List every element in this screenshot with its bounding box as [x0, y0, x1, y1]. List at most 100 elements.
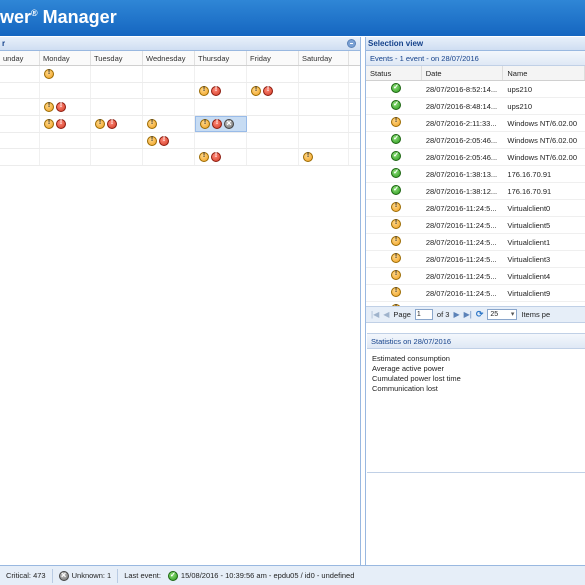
column-status[interactable]: Status — [366, 66, 422, 80]
column-name[interactable]: Name — [503, 66, 585, 80]
critical-icon[interactable] — [107, 118, 117, 129]
calendar-cell[interactable] — [195, 116, 247, 132]
critical-icon[interactable] — [159, 135, 169, 146]
calendar-cell[interactable] — [0, 99, 40, 116]
warning-icon[interactable] — [391, 236, 401, 246]
next-page-icon[interactable]: ▶ — [453, 310, 459, 319]
calendar-cell[interactable] — [195, 66, 247, 82]
warning-icon[interactable] — [391, 304, 401, 306]
critical-icon[interactable] — [56, 118, 66, 129]
calendar-cell[interactable] — [91, 132, 143, 149]
last-page-icon[interactable]: ▶| — [464, 310, 472, 319]
event-row[interactable]: 28/07/2016-2:05:46... Windows NT/6.02.00 — [366, 149, 585, 166]
warning-icon[interactable] — [391, 287, 401, 297]
calendar-cell[interactable] — [143, 149, 195, 166]
calendar-cell[interactable] — [91, 99, 143, 116]
event-row[interactable]: 28/07/2016-11:24:5... Virtualclient9 — [366, 285, 585, 302]
warning-icon[interactable] — [147, 135, 157, 146]
event-row[interactable]: 28/07/2016-2:05:46... Windows NT/6.02.00 — [366, 132, 585, 149]
calendar-cell[interactable] — [247, 149, 299, 166]
warning-icon[interactable] — [251, 85, 261, 96]
warning-icon[interactable] — [95, 118, 105, 129]
warning-icon[interactable] — [303, 152, 313, 163]
page-size-select[interactable]: 25 — [487, 309, 518, 320]
critical-icon[interactable] — [211, 85, 221, 96]
calendar-cell[interactable] — [0, 132, 40, 149]
warning-icon[interactable] — [391, 202, 401, 212]
warning-icon[interactable] — [391, 253, 401, 263]
warning-icon[interactable] — [199, 85, 209, 96]
calendar-cell[interactable] — [299, 99, 349, 116]
ok-icon[interactable] — [391, 151, 401, 161]
calendar-cell[interactable] — [247, 132, 299, 149]
calendar-cell[interactable] — [40, 132, 91, 149]
event-row[interactable]: 28/07/2016-2:11:33... Windows NT/6.02.00 — [366, 115, 585, 132]
calendar-cell[interactable] — [195, 132, 247, 149]
warning-icon[interactable] — [44, 118, 54, 129]
calendar-cell[interactable] — [91, 82, 143, 99]
ok-icon[interactable] — [391, 168, 401, 178]
unknown-icon[interactable] — [224, 118, 234, 129]
calendar-cell[interactable] — [40, 66, 91, 82]
calendar-cell[interactable] — [247, 82, 299, 99]
calendar-cell[interactable] — [195, 82, 247, 99]
collapse-panel-button[interactable] — [347, 39, 356, 48]
ok-icon[interactable] — [391, 134, 401, 144]
calendar-cell[interactable] — [247, 99, 299, 116]
warning-icon[interactable] — [147, 118, 157, 129]
calendar-cell[interactable] — [40, 149, 91, 166]
calendar-cell[interactable] — [195, 149, 247, 166]
event-row[interactable]: 28/07/2016-8:52:14... ups210 — [366, 81, 585, 98]
ok-icon[interactable] — [391, 100, 401, 110]
calendar-cell[interactable] — [247, 116, 299, 132]
warning-icon[interactable] — [44, 68, 54, 79]
warning-icon[interactable] — [391, 219, 401, 229]
event-row[interactable]: 28/07/2016-11:24:5... Virtualclient0 — [366, 200, 585, 217]
calendar-cell[interactable] — [40, 82, 91, 99]
page-number-input[interactable]: 1 — [414, 309, 433, 320]
warning-icon[interactable] — [200, 118, 210, 129]
warning-icon[interactable] — [391, 270, 401, 280]
ok-icon[interactable] — [391, 83, 401, 93]
calendar-cell[interactable] — [40, 116, 91, 132]
first-page-icon[interactable]: |◀ — [371, 310, 379, 319]
calendar-cell[interactable] — [299, 149, 349, 166]
critical-icon[interactable] — [212, 118, 222, 129]
warning-icon[interactable] — [44, 102, 54, 113]
calendar-cell[interactable] — [299, 82, 349, 99]
calendar-cell[interactable] — [143, 82, 195, 99]
calendar-cell[interactable] — [143, 66, 195, 82]
event-row[interactable]: 28/07/2016-8:48:14... ups210 — [366, 98, 585, 115]
column-date[interactable]: Date — [422, 66, 504, 80]
calendar-cell[interactable] — [91, 149, 143, 166]
event-row[interactable]: 28/07/2016-11:24:5... Virtualclient5 — [366, 217, 585, 234]
calendar-cell[interactable] — [143, 99, 195, 116]
calendar-cell[interactable] — [91, 116, 143, 132]
refresh-icon[interactable]: ⟳ — [476, 309, 484, 320]
calendar-cell[interactable] — [0, 82, 40, 99]
event-row[interactable]: 28/07/2016-11:24:5... Virtualclient4 — [366, 268, 585, 285]
calendar-cell[interactable] — [247, 66, 299, 82]
calendar-cell[interactable] — [0, 149, 40, 166]
critical-icon[interactable] — [211, 152, 221, 163]
event-row[interactable]: 28/07/2016-1:38:12... 176.16.70.91 — [366, 183, 585, 200]
calendar-cell[interactable] — [0, 116, 40, 132]
event-row[interactable]: 28/07/2016-1:38:13... 176.16.70.91 — [366, 166, 585, 183]
calendar-cell[interactable] — [143, 132, 195, 149]
warning-icon[interactable] — [391, 117, 401, 127]
calendar-cell[interactable] — [143, 116, 195, 132]
prev-page-icon[interactable]: ◀ — [383, 310, 389, 319]
critical-icon[interactable] — [263, 85, 273, 96]
calendar-cell[interactable] — [299, 116, 349, 132]
ok-icon[interactable] — [391, 185, 401, 195]
event-row[interactable]: 28/07/2016-11:24:5...Virtualclient6 — [366, 302, 585, 306]
calendar-cell[interactable] — [195, 99, 247, 116]
calendar-cell[interactable] — [91, 66, 143, 82]
event-row[interactable]: 28/07/2016-11:24:5... Virtualclient3 — [366, 251, 585, 268]
warning-icon[interactable] — [199, 152, 209, 163]
event-row[interactable]: 28/07/2016-11:24:5... Virtualclient1 — [366, 234, 585, 251]
calendar-cell[interactable] — [0, 66, 40, 82]
calendar-cell[interactable] — [40, 99, 91, 116]
calendar-cell[interactable] — [299, 66, 349, 82]
calendar-cell[interactable] — [299, 132, 349, 149]
